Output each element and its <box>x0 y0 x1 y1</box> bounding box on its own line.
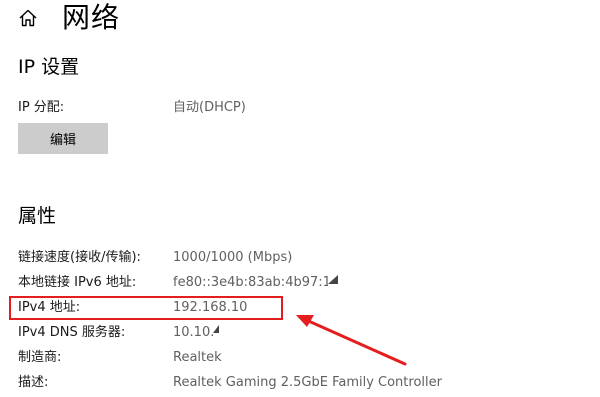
property-value: fe80::3e4b:83ab:4b97:1b9 <box>173 275 328 290</box>
ip-assignment-row: IP 分配: 自动(DHCP) <box>18 99 578 117</box>
property-value: Realtek <box>173 350 222 365</box>
manufacturer-row: 制造商: Realtek <box>18 349 578 367</box>
home-icon <box>19 9 37 27</box>
ipv4-dns-row: IPv4 DNS 服务器: 10.10.1 <box>18 324 578 342</box>
ip-settings-heading: IP 设置 <box>18 56 80 78</box>
property-label: 制造商: <box>18 350 62 365</box>
property-label: 描述: <box>18 375 49 390</box>
ipv6-row: 本地链接 IPv6 地址: fe80::3e4b:83ab:4b97:1b9 <box>18 274 578 292</box>
property-value: Realtek Gaming 2.5GbE Family Controller <box>173 375 442 390</box>
property-value: 1000/1000 (Mbps) <box>173 250 293 265</box>
property-value-wrap: fe80::3e4b:83ab:4b97:1b9 <box>173 274 338 292</box>
link-speed-row: 链接速度(接收/传输): 1000/1000 (Mbps) <box>18 249 578 267</box>
description-row: 描述: Realtek Gaming 2.5GbE Family Control… <box>18 374 578 392</box>
truncation-mark-icon <box>213 325 219 333</box>
header: 网络 <box>18 0 120 36</box>
edit-button[interactable]: 编辑 <box>18 123 108 154</box>
property-label: 链接速度(接收/传输): <box>18 250 141 265</box>
property-label: 本地链接 IPv6 地址: <box>18 275 137 290</box>
ip-assignment-value: 自动(DHCP) <box>173 100 246 115</box>
property-value-wrap: 10.10.1 <box>173 324 219 342</box>
network-settings-page: 网络 IP 设置 IP 分配: 自动(DHCP) 编辑 属性 链接速度(接收/传… <box>0 0 600 397</box>
page-title: 网络 <box>62 1 121 34</box>
ipv4-highlight-box <box>9 296 283 320</box>
properties-heading: 属性 <box>18 205 57 227</box>
property-label: IPv4 DNS 服务器: <box>18 325 126 340</box>
ip-assignment-label: IP 分配: <box>18 100 65 115</box>
property-value: 10.10.1 <box>173 325 213 340</box>
truncation-mark-icon <box>328 275 338 284</box>
home-button[interactable] <box>18 8 38 28</box>
